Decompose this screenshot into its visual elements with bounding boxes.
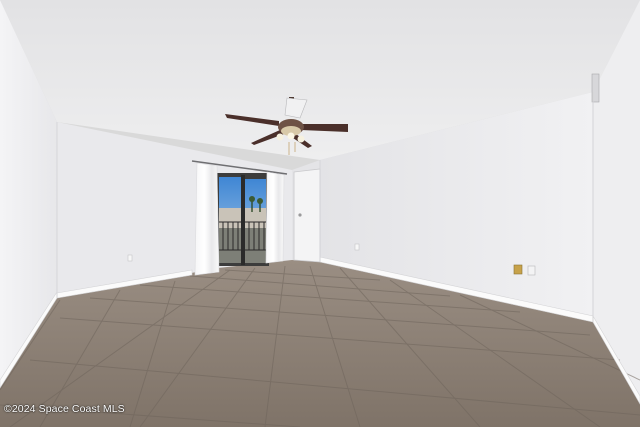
curtain-left	[194, 162, 220, 276]
wall-outlet	[127, 254, 133, 262]
watermark: ©2024 Space Coast MLS	[4, 403, 125, 415]
room-scene	[0, 0, 640, 427]
curtain-right	[265, 171, 285, 264]
interior-door	[293, 168, 321, 263]
sliding-glass-door	[216, 173, 269, 266]
wall-outlet	[527, 265, 536, 276]
wall-outlet	[513, 264, 523, 275]
wall-outlet	[354, 243, 360, 251]
room-photo: ©2024 Space Coast MLS	[0, 0, 640, 427]
